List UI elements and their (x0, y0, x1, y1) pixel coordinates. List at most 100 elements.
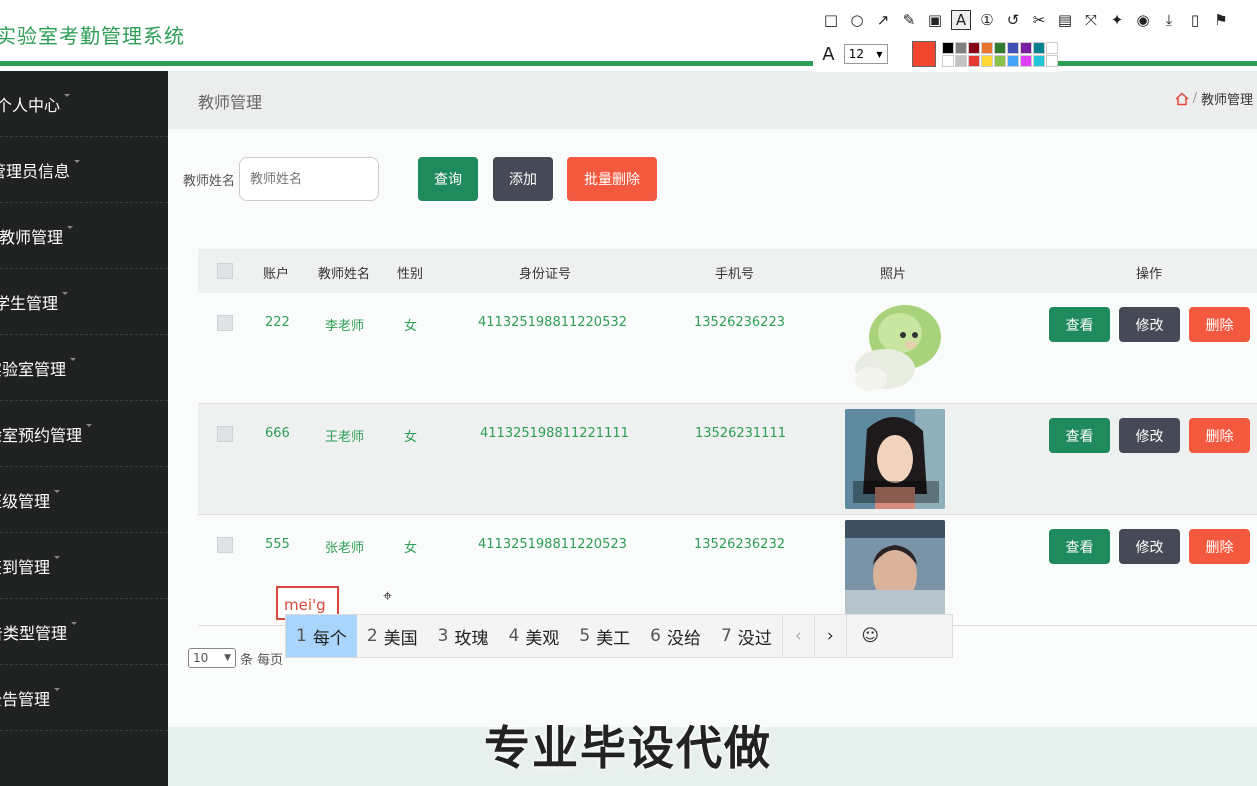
prev-page-icon[interactable]: ‹ (781, 615, 814, 657)
delete-button[interactable]: 删除 (1189, 529, 1250, 564)
sidebar-item-lab-management[interactable]: 实验室管理 (0, 335, 168, 401)
phone-icon[interactable]: ▯ (1185, 10, 1205, 30)
ocr-icon[interactable]: ▤ (1055, 10, 1075, 30)
color-swatch[interactable] (981, 41, 993, 54)
color-swatch[interactable] (968, 54, 980, 67)
color-swatch[interactable] (1007, 41, 1019, 54)
table-row: 222 李老师 女 411325198811220532 13526236223… (198, 293, 1257, 404)
caret-icon (54, 688, 61, 691)
ime-candidate[interactable]: 5 美工 (569, 615, 640, 657)
color-swatch[interactable] (1020, 54, 1032, 67)
color-swatch[interactable] (1033, 41, 1045, 54)
pen-tool-icon[interactable]: ✎ (899, 10, 919, 30)
query-button[interactable]: 查询 (418, 157, 478, 201)
font-size-icon: A (822, 43, 835, 65)
home-icon[interactable] (1175, 91, 1189, 106)
name-cell: 张老师 (325, 541, 365, 556)
color-swatch[interactable] (1007, 54, 1019, 67)
teacher-photo (845, 520, 945, 620)
ime-candidate[interactable]: 3 玫瑰 (428, 615, 499, 657)
id-card-cell: 411325198811221111 (480, 426, 629, 441)
color-swatch[interactable] (1046, 41, 1058, 54)
candidate-number: 3 (437, 626, 449, 646)
number-tool-icon[interactable]: ① (977, 10, 997, 30)
color-swatch[interactable] (994, 54, 1006, 67)
next-page-icon[interactable]: › (813, 615, 846, 657)
arrow-tool-icon[interactable]: ↗ (873, 10, 893, 30)
column-header-gender: 性别 (397, 267, 424, 282)
column-header-name: 教师姓名 (318, 267, 371, 282)
breadcrumb: / 教师管理 (1175, 89, 1253, 108)
edit-button[interactable]: 修改 (1119, 529, 1180, 564)
caret-icon (62, 292, 69, 295)
color-swatch[interactable] (968, 41, 980, 54)
id-card-cell: 411325198811220523 (478, 537, 627, 552)
select-all-checkbox[interactable] (217, 263, 233, 279)
view-button[interactable]: 查看 (1049, 529, 1110, 564)
edit-button[interactable]: 修改 (1119, 307, 1180, 342)
sidebar-item-lab-booking[interactable]: 实验室预约管理 (0, 401, 168, 467)
ellipse-tool-icon[interactable]: ○ (847, 10, 867, 30)
sidebar-item-personal-center[interactable]: 个人中心 (0, 71, 168, 137)
sidebar-item-notice-type[interactable]: 公告类型管理 (0, 599, 168, 665)
color-swatch[interactable] (994, 41, 1006, 54)
ime-candidate[interactable]: 1 每个 (286, 615, 357, 657)
color-swatch[interactable] (1046, 54, 1058, 67)
annotation-toolbar: □ ○ ↗ ✎ ▣ A ① ↺ ✂ ▤ ⤧ ✦ ◉ ⤓ ▯ ⚑ (813, 4, 1257, 36)
main-content: 教师管理 / 教师管理 教师姓名 查询 添加 批量删除 账户 教师姓名 性别 身… (168, 71, 1257, 786)
sidebar-item-notice-management[interactable]: 公告管理 (0, 665, 168, 731)
color-swatch[interactable] (955, 41, 967, 54)
page-size-suffix: 条 每页 (240, 652, 284, 668)
pin-icon[interactable]: ✦ (1107, 10, 1127, 30)
sidebar-item-student-management[interactable]: 学生管理 (0, 269, 168, 335)
sidebar-item-teacher-management[interactable]: 教师管理 (0, 203, 168, 269)
row-checkbox[interactable] (217, 537, 233, 553)
font-size-select[interactable]: 12 ▼ (843, 44, 888, 64)
download-icon[interactable]: ⤓ (1159, 10, 1179, 30)
sidebar-item-class-management[interactable]: 班级管理 (0, 467, 168, 533)
teacher-table: 账户 教师姓名 性别 身份证号 手机号 照片 操作 222 李老师 女 4113… (198, 249, 1257, 626)
page-size-select[interactable]: 10 ▼ (188, 648, 236, 668)
color-swatch[interactable] (981, 54, 993, 67)
row-checkbox[interactable] (217, 315, 233, 331)
add-button[interactable]: 添加 (493, 157, 553, 201)
gender-cell: 女 (404, 541, 418, 556)
ime-candidate[interactable]: 4 美观 (498, 615, 569, 657)
delete-button[interactable]: 删除 (1189, 307, 1250, 342)
teacher-name-input[interactable] (239, 157, 380, 201)
sidebar-item-label: 实验室管理 (0, 359, 67, 379)
ime-candidate[interactable]: 7 没过 (711, 615, 782, 657)
caret-icon (67, 226, 74, 229)
teacher-photo (845, 409, 945, 509)
pagination: 10 ▼ 条 每页 (188, 648, 283, 668)
row-checkbox[interactable] (217, 426, 233, 442)
color-swatch[interactable] (1033, 54, 1045, 67)
column-header-account: 账户 (263, 267, 290, 282)
sidebar-item-admin-info[interactable]: 管理员信息 (0, 137, 168, 203)
gender-cell: 女 (404, 430, 418, 445)
cut-icon[interactable]: ✂ (1029, 10, 1049, 30)
candidate-number: 1 (296, 626, 307, 646)
sidebar-item-signin-management[interactable]: 签到管理 (0, 533, 168, 599)
current-color-swatch[interactable] (911, 41, 936, 67)
ime-candidate[interactable]: 6 没给 (640, 615, 711, 657)
scroll-capture-icon[interactable]: ⤧ (1081, 10, 1101, 30)
view-button[interactable]: 查看 (1049, 307, 1110, 342)
column-header-phone: 手机号 (715, 267, 755, 282)
batch-delete-button[interactable]: 批量删除 (567, 157, 657, 201)
color-swatch[interactable] (942, 41, 954, 54)
rectangle-tool-icon[interactable]: □ (821, 10, 841, 30)
edit-button[interactable]: 修改 (1119, 418, 1180, 453)
color-swatch[interactable] (955, 54, 967, 67)
undo-icon[interactable]: ↺ (1003, 10, 1023, 30)
bookmark-icon[interactable]: ⚑ (1211, 10, 1231, 30)
mosaic-tool-icon[interactable]: ▣ (925, 10, 945, 30)
delete-button[interactable]: 删除 (1189, 418, 1250, 453)
record-icon[interactable]: ◉ (1133, 10, 1153, 30)
ime-candidate[interactable]: 2 美国 (357, 615, 428, 657)
color-swatch[interactable] (942, 54, 954, 67)
view-button[interactable]: 查看 (1049, 418, 1110, 453)
emoji-icon[interactable]: ☺ (845, 615, 894, 657)
color-swatch[interactable] (1020, 41, 1032, 54)
text-tool-icon[interactable]: A (951, 10, 971, 30)
